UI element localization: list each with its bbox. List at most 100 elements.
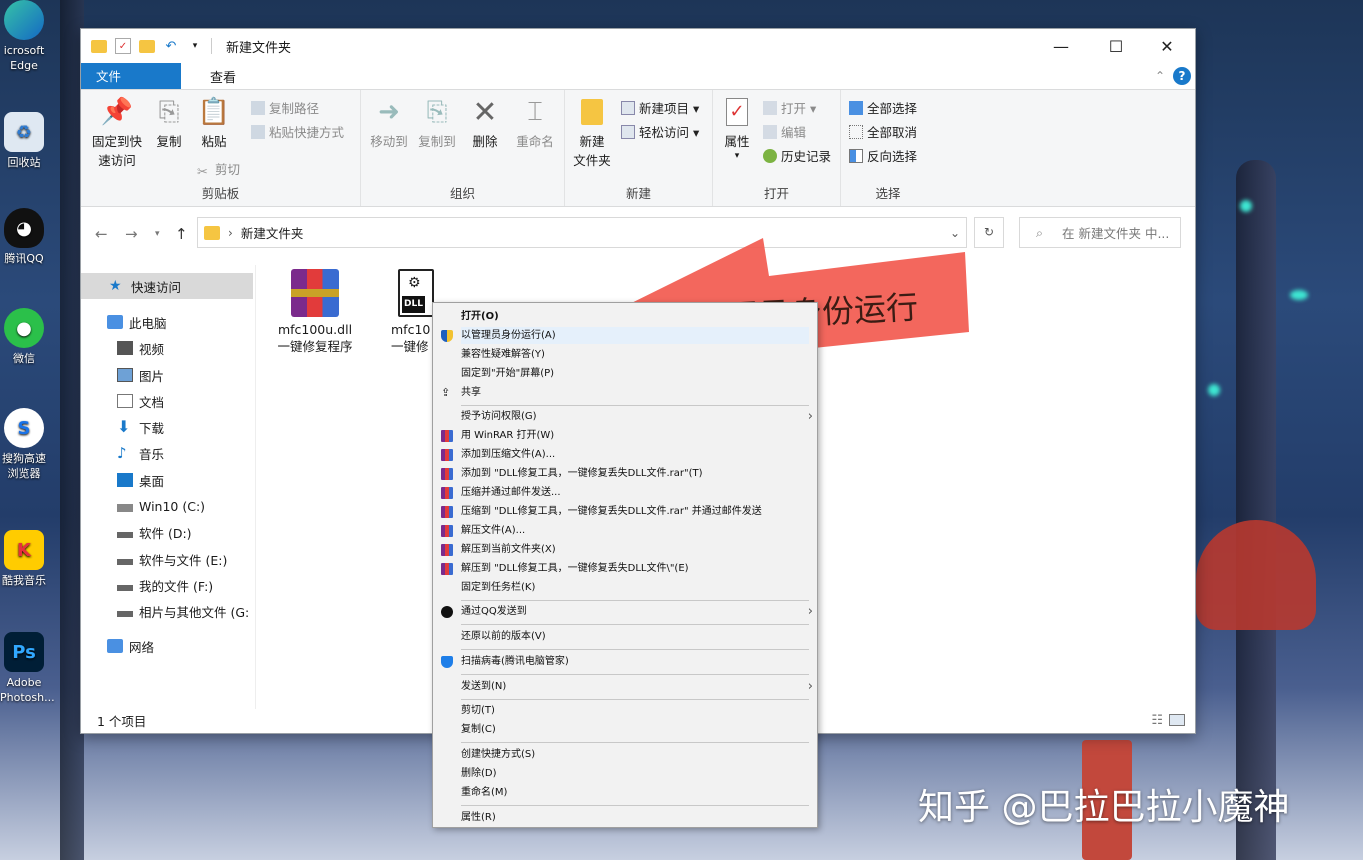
network-icon xyxy=(107,639,123,653)
up-arrow-icon[interactable]: ↑ xyxy=(175,225,188,243)
menu-item-delete[interactable]: 删除(D) xyxy=(461,765,809,782)
select-all-button[interactable]: 全部选择 xyxy=(849,99,917,118)
forward-arrow-icon[interactable]: → xyxy=(125,225,138,243)
history-button[interactable]: 历史记录 xyxy=(763,147,831,166)
open-group-label: 打开 xyxy=(763,186,789,201)
file-item-mfc100u-exe[interactable]: mfc100u.dll 一键修复程序 xyxy=(265,269,365,355)
nav-item-drive-f[interactable]: 我的文件 (F:) xyxy=(81,572,253,598)
menu-item-rename[interactable]: 重命名(M) xyxy=(461,784,809,801)
nav-item-drive-c[interactable]: Win10 (C:) xyxy=(81,493,253,519)
menu-item-cut[interactable]: 剪切(T) xyxy=(461,702,809,719)
recent-dropdown-icon[interactable]: ▾ xyxy=(155,229,160,239)
breadcrumb-folder[interactable]: 新建文件夹 xyxy=(241,223,304,242)
maximize-button[interactable]: ☐ xyxy=(1092,29,1140,63)
desktop-icon-recycle-bin[interactable]: ♻ 回收站 xyxy=(0,112,48,170)
pin-quick-access-button[interactable]: 📌 固定到快 速访问 xyxy=(87,96,147,170)
navigation-pane: ★ 快速访问 此电脑 视频 图片 文档 ⬇ 下载 ♪ 音乐 桌面 Win10 (C:)… xyxy=(81,273,255,713)
menu-item-run-as-admin[interactable]: 以管理员身份运行(A) xyxy=(441,327,809,344)
pane-divider[interactable] xyxy=(255,265,256,709)
copy-icon: ⎘ xyxy=(158,96,180,127)
menu-item-copy[interactable]: 复制(C) xyxy=(461,721,809,738)
menu-item-extract-files[interactable]: 解压文件(A)... xyxy=(441,522,809,539)
search-input[interactable]: ⌕ 在 新建文件夹 中... xyxy=(1019,217,1181,248)
delete-button[interactable]: ✕ 删除 xyxy=(465,96,505,151)
properties-button[interactable]: ✓ 属性 ▾ xyxy=(717,96,757,161)
menu-item-extract-here[interactable]: 解压到当前文件夹(X) xyxy=(441,541,809,558)
menu-item-share[interactable]: ⇪ 共享 xyxy=(441,384,809,401)
menu-item-pin-to-taskbar[interactable]: 固定到任务栏(K) xyxy=(461,579,809,596)
menu-item-send-via-qq[interactable]: 通过QQ发送到 › xyxy=(441,603,813,620)
nav-item-videos[interactable]: 视频 xyxy=(81,335,253,361)
invert-selection-button[interactable]: 反向选择 xyxy=(849,147,917,166)
nav-label: 网络 xyxy=(129,639,155,655)
properties-label: 属性 xyxy=(724,134,750,149)
menu-item-add-to-rar[interactable]: 添加到 "DLL修复工具，一键修复丢失DLL文件.rar"(T) xyxy=(441,465,809,482)
nav-label: 视频 xyxy=(139,341,165,357)
menu-label: 复制(C) xyxy=(461,724,496,735)
nav-item-downloads[interactable]: ⬇ 下载 xyxy=(81,414,253,440)
menu-item-compress-and-email[interactable]: 压缩并通过邮件发送... xyxy=(441,484,809,501)
nav-item-music[interactable]: ♪ 音乐 xyxy=(81,440,253,466)
new-folder-icon[interactable] xyxy=(139,38,155,54)
desktop-icon-sogou-browser[interactable]: S 搜狗高速浏览器 xyxy=(0,408,48,481)
menu-item-create-shortcut[interactable]: 创建快捷方式(S) xyxy=(461,746,809,763)
new-folder-button[interactable]: 新建 文件夹 xyxy=(567,96,617,170)
menu-item-open-with-winrar[interactable]: 用 WinRAR 打开(W) xyxy=(441,427,809,444)
paste-button[interactable]: 📋 粘贴 xyxy=(193,96,235,151)
minimize-button[interactable]: — xyxy=(1037,29,1085,63)
easy-access-button[interactable]: 轻松访问 ▾ xyxy=(621,123,699,142)
copy-to-button[interactable]: ⎘ 复制到 xyxy=(415,96,459,151)
nav-item-documents[interactable]: 文档 xyxy=(81,388,253,414)
desktop-icon-wechat[interactable]: ● 微信 xyxy=(0,308,48,366)
nav-item-this-pc[interactable]: 此电脑 xyxy=(81,309,253,335)
desktop-icon-label: 搜狗高速浏览器 xyxy=(2,452,46,480)
refresh-icon[interactable]: ↻ xyxy=(974,217,1004,248)
menu-item-troubleshoot-compat[interactable]: 兼容性疑难解答(Y) xyxy=(461,346,809,363)
details-view-icon[interactable]: ☷ xyxy=(1151,713,1163,728)
menu-item-restore-previous-versions[interactable]: 还原以前的版本(V) xyxy=(461,628,809,645)
large-icons-view-icon[interactable] xyxy=(1169,714,1185,726)
menu-item-extract-to-folder[interactable]: 解压到 "DLL修复工具，一键修复丢失DLL文件\"(E) xyxy=(441,560,809,577)
nav-item-network[interactable]: 网络 xyxy=(81,633,253,659)
collapse-ribbon-icon[interactable]: ⌃ xyxy=(1155,69,1165,83)
desktop-icon-edge[interactable]: icrosoft Edge xyxy=(0,0,48,73)
nav-item-quick-access[interactable]: ★ 快速访问 xyxy=(81,273,253,299)
menu-item-add-to-archive[interactable]: 添加到压缩文件(A)... xyxy=(441,446,809,463)
paste-shortcut-icon xyxy=(251,125,265,139)
nav-item-drive-e[interactable]: 软件与文件 (E:) xyxy=(81,546,253,572)
close-button[interactable]: ✕ xyxy=(1143,29,1191,63)
cut-button[interactable]: ✂ 剪切 xyxy=(197,160,240,180)
new-item-label: 新建项目 xyxy=(639,101,690,116)
paste-shortcut-button[interactable]: 粘贴快捷方式 xyxy=(251,123,344,142)
nav-item-pictures[interactable]: 图片 xyxy=(81,362,253,388)
desktop-icon-photoshop[interactable]: Ps Adobe Photosh... xyxy=(0,632,55,705)
back-arrow-icon[interactable]: ← xyxy=(95,225,108,243)
nav-item-desktop[interactable]: 桌面 xyxy=(81,467,253,493)
new-item-button[interactable]: 新建项目 ▾ xyxy=(621,99,699,118)
help-icon[interactable]: ? xyxy=(1173,67,1191,85)
desktop-icon-qq[interactable]: ◕ 腾讯QQ xyxy=(0,208,48,266)
customize-dropdown-icon[interactable]: ▾ xyxy=(187,38,203,54)
tab-file[interactable]: 文件 xyxy=(81,63,181,89)
edit-button[interactable]: 编辑 xyxy=(763,123,806,142)
select-none-button[interactable]: 全部取消 xyxy=(849,123,917,142)
nav-item-drive-g[interactable]: 相片与其他文件 (G: xyxy=(81,598,253,624)
undo-icon[interactable]: ↶ xyxy=(163,38,179,54)
copy-button[interactable]: ⎘ 复制 xyxy=(149,96,189,151)
rename-button[interactable]: ⌶ 重命名 xyxy=(509,96,561,151)
tab-view[interactable]: 查看 xyxy=(195,63,251,89)
menu-item-pin-to-start[interactable]: 固定到"开始"屏幕(P) xyxy=(461,365,809,382)
nav-item-drive-d[interactable]: 软件 (D:) xyxy=(81,519,253,545)
properties-check-icon[interactable]: ✓ xyxy=(115,38,131,54)
copy-path-button[interactable]: 复制路径 xyxy=(251,99,319,118)
open-button[interactable]: 打开 ▾ xyxy=(763,99,816,118)
move-to-button[interactable]: ➜ 移动到 xyxy=(367,96,411,151)
menu-item-open[interactable]: 打开(O) xyxy=(461,308,809,325)
open-icon xyxy=(763,101,777,115)
menu-item-properties[interactable]: 属性(R) xyxy=(461,809,809,826)
menu-item-scan-virus[interactable]: 扫描病毒(腾讯电脑管家) xyxy=(441,653,809,670)
desktop-icon-kuwo-music[interactable]: K 酷我音乐 xyxy=(0,530,48,588)
menu-item-send-to[interactable]: 发送到(N) › xyxy=(461,678,813,695)
menu-item-compress-rar-and-email[interactable]: 压缩到 "DLL修复工具，一键修复丢失DLL文件.rar" 并通过邮件发送 xyxy=(441,503,809,520)
menu-item-give-access[interactable]: 授予访问权限(G) › xyxy=(461,408,813,425)
